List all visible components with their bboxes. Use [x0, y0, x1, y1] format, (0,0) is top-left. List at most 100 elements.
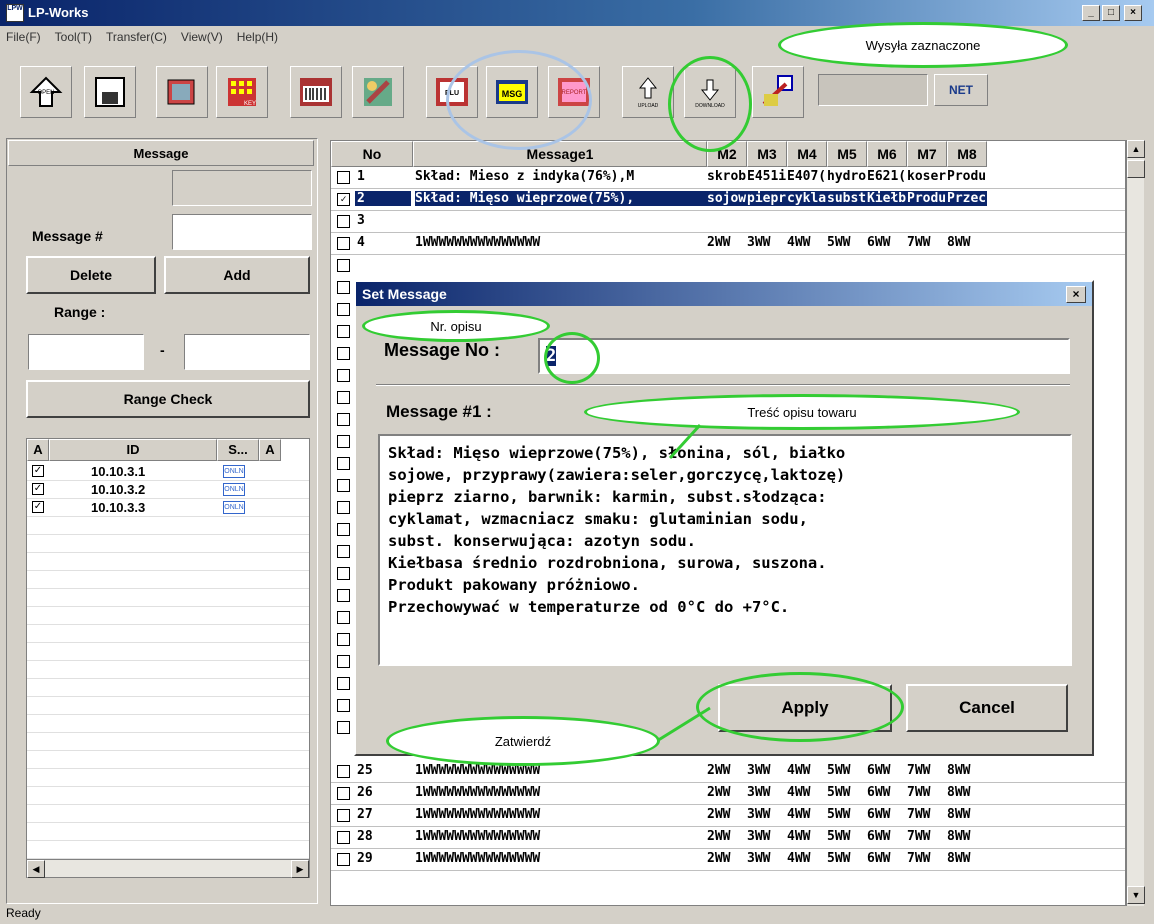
range-from-field[interactable]: [28, 334, 144, 370]
message-no-field[interactable]: 2: [538, 338, 1070, 374]
row-checkbox[interactable]: [337, 589, 350, 602]
device-row[interactable]: ✓ 10.10.3.1 ONLN: [27, 463, 309, 481]
col-m7-header[interactable]: M7: [907, 141, 947, 167]
grid-row[interactable]: 3: [331, 211, 1125, 233]
row-checkbox[interactable]: [337, 237, 350, 250]
row-checkbox[interactable]: [337, 523, 350, 536]
device-row[interactable]: [27, 733, 309, 751]
device-row[interactable]: [27, 787, 309, 805]
row-checkbox[interactable]: [337, 765, 350, 778]
key-button[interactable]: KEY: [216, 66, 268, 118]
menu-help[interactable]: Help(H): [237, 30, 278, 44]
row-checkbox[interactable]: [337, 611, 350, 624]
range-check-button[interactable]: Range Check: [26, 380, 310, 418]
menu-file[interactable]: File(F): [6, 30, 41, 44]
row-checkbox[interactable]: [337, 633, 350, 646]
grid-row[interactable]: 4 1WWWWWWWWWWWWWWW 2WW 3WW 4WW 5WW 6WW 7WW 8WW: [331, 233, 1125, 255]
device-row[interactable]: ✓ 10.10.3.2 ONLN: [27, 481, 309, 499]
menu-transfer[interactable]: Transfer(C): [106, 30, 167, 44]
device-row[interactable]: [27, 805, 309, 823]
range-to-field[interactable]: [184, 334, 310, 370]
device-row[interactable]: [27, 535, 309, 553]
save-button[interactable]: [84, 66, 136, 118]
col-m3-header[interactable]: M3: [747, 141, 787, 167]
row-checkbox[interactable]: [337, 391, 350, 404]
row-checkbox[interactable]: [337, 281, 350, 294]
col-header-a[interactable]: A: [27, 439, 49, 461]
device-row[interactable]: [27, 589, 309, 607]
col-header-status[interactable]: S...: [217, 439, 259, 461]
row-checkbox[interactable]: [337, 699, 350, 712]
layout-button[interactable]: [156, 66, 208, 118]
device-row[interactable]: [27, 823, 309, 841]
menu-tool[interactable]: Tool(T): [55, 30, 92, 44]
scroll-up-button[interactable]: ▲: [1127, 140, 1145, 158]
grid-row[interactable]: 29 1WWWWWWWWWWWWWWW 2WW 3WW 4WW 5WW 6WW 7WW 8WW: [331, 849, 1125, 871]
minimize-button[interactable]: _: [1082, 5, 1100, 21]
device-row[interactable]: [27, 625, 309, 643]
open-button[interactable]: OPEN: [20, 66, 72, 118]
device-checkbox[interactable]: ✓: [32, 501, 44, 513]
scroll-left-button[interactable]: ◀: [27, 860, 45, 878]
row-checkbox[interactable]: ✓: [337, 193, 350, 206]
col-m5-header[interactable]: M5: [827, 141, 867, 167]
close-button[interactable]: ×: [1124, 5, 1142, 21]
device-row[interactable]: [27, 607, 309, 625]
row-checkbox[interactable]: [337, 545, 350, 558]
device-checkbox[interactable]: ✓: [32, 465, 44, 477]
col-m4-header[interactable]: M4: [787, 141, 827, 167]
col-header-a2[interactable]: A: [259, 439, 281, 461]
col-message1-header[interactable]: Message1: [413, 141, 707, 167]
row-checkbox[interactable]: [337, 567, 350, 580]
upload-button[interactable]: UPLOAD: [622, 66, 674, 118]
menu-view[interactable]: View(V): [181, 30, 223, 44]
net-button[interactable]: NET: [934, 74, 988, 106]
device-row[interactable]: [27, 841, 309, 859]
device-row[interactable]: [27, 751, 309, 769]
device-row[interactable]: [27, 643, 309, 661]
row-checkbox[interactable]: [337, 721, 350, 734]
config-button[interactable]: [752, 66, 804, 118]
paint-button[interactable]: [352, 66, 404, 118]
device-row[interactable]: [27, 679, 309, 697]
device-row[interactable]: [27, 769, 309, 787]
row-checkbox[interactable]: [337, 809, 350, 822]
row-checkbox[interactable]: [337, 259, 350, 272]
scroll-thumb[interactable]: [1127, 160, 1145, 178]
device-checkbox[interactable]: ✓: [32, 483, 44, 495]
row-checkbox[interactable]: [337, 215, 350, 228]
grid-row[interactable]: 28 1WWWWWWWWWWWWWWW 2WW 3WW 4WW 5WW 6WW 7WW 8WW: [331, 827, 1125, 849]
row-checkbox[interactable]: [337, 303, 350, 316]
row-checkbox[interactable]: [337, 479, 350, 492]
label-button[interactable]: [290, 66, 342, 118]
message-text-area[interactable]: Skład: Mięso wieprzowe(75%), słonina, só…: [378, 434, 1072, 666]
row-checkbox[interactable]: [337, 677, 350, 690]
grid-row[interactable]: 25 1WWWWWWWWWWWWWWW 2WW 3WW 4WW 5WW 6WW 7WW 8WW: [331, 761, 1125, 783]
device-row[interactable]: ✓ 10.10.3.3 ONLN: [27, 499, 309, 517]
maximize-button[interactable]: □: [1102, 5, 1120, 21]
col-header-id[interactable]: ID: [49, 439, 217, 461]
grid-row[interactable]: 1 Skład: Mieso z indyka(76%),M skrob E451i E…: [331, 167, 1125, 189]
device-row[interactable]: [27, 661, 309, 679]
row-checkbox[interactable]: [337, 787, 350, 800]
row-checkbox[interactable]: [337, 369, 350, 382]
add-button[interactable]: Add: [164, 256, 310, 294]
grid-row[interactable]: ✓ 2 Skład: Mięso wieprzowe(75%), sojow piepr…: [331, 189, 1125, 211]
delete-button[interactable]: Delete: [26, 256, 156, 294]
grid-row[interactable]: 26 1WWWWWWWWWWWWWWW 2WW 3WW 4WW 5WW 6WW 7WW 8WW: [331, 783, 1125, 805]
device-row[interactable]: [27, 697, 309, 715]
message-num-field[interactable]: [172, 214, 312, 250]
row-checkbox[interactable]: [337, 655, 350, 668]
grid-row[interactable]: 27 1WWWWWWWWWWWWWWW 2WW 3WW 4WW 5WW 6WW 7WW 8WW: [331, 805, 1125, 827]
col-no-header[interactable]: No: [331, 141, 413, 167]
scroll-down-button[interactable]: ▼: [1127, 886, 1145, 904]
row-checkbox[interactable]: [337, 435, 350, 448]
cancel-button[interactable]: Cancel: [906, 684, 1068, 732]
row-checkbox[interactable]: [337, 831, 350, 844]
device-row[interactable]: [27, 553, 309, 571]
net-address-field[interactable]: [818, 74, 928, 106]
row-checkbox[interactable]: [337, 347, 350, 360]
row-checkbox[interactable]: [337, 501, 350, 514]
scroll-right-button[interactable]: ▶: [291, 860, 309, 878]
row-checkbox[interactable]: [337, 413, 350, 426]
